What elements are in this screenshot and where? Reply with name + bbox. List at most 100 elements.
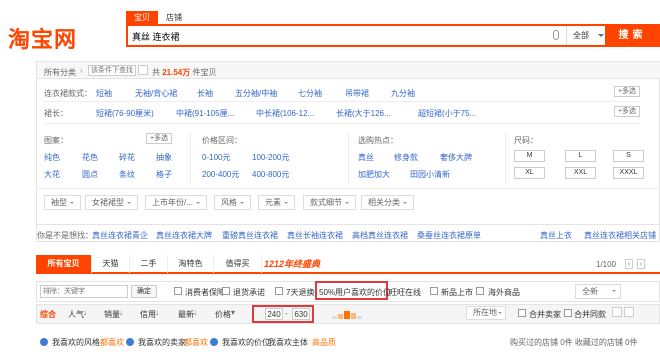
hot-option[interactable]: 加肥加大	[358, 169, 390, 180]
suggest-link[interactable]: 重磅真丝连衣裙	[222, 230, 278, 241]
checkbox[interactable]	[275, 287, 283, 295]
tab-secondhand[interactable]: 二手	[130, 255, 168, 273]
search-icon[interactable]	[138, 65, 148, 75]
grid-view-icon[interactable]	[612, 307, 622, 317]
checkbox[interactable]	[518, 309, 526, 317]
dropdown-sleeve[interactable]: 袖型	[44, 195, 81, 210]
tab-all-items[interactable]: 所有宝贝	[36, 255, 92, 273]
pattern-option[interactable]: 大花	[44, 169, 60, 180]
suggest-link[interactable]: 真丝连衣裙相关店铺	[584, 230, 656, 241]
hot-option[interactable]: 修身款	[394, 152, 418, 163]
price-option[interactable]: 0-100元	[202, 152, 230, 163]
dropdown-style[interactable]: 风格	[214, 195, 251, 210]
fav-price-label[interactable]: 我喜欢的价位	[222, 337, 270, 348]
price-option[interactable]: 100-200元	[252, 152, 289, 163]
fav-tag[interactable]: 高品质	[312, 337, 336, 348]
sort-newest[interactable]: 最新	[178, 309, 194, 320]
style-option[interactable]: 短袖	[96, 88, 112, 99]
pattern-option[interactable]: 抽象	[156, 152, 172, 163]
condition-select[interactable]: 全新	[575, 284, 621, 299]
hot-option[interactable]: 田园小清新	[410, 169, 450, 180]
mic-icon[interactable]	[553, 30, 559, 40]
suggest-link[interactable]: 高档真丝连衣裙	[352, 230, 408, 241]
search-scope-select[interactable]: 全部	[566, 26, 608, 45]
checkbox[interactable]	[430, 287, 438, 295]
multi-select-button[interactable]: +多选	[146, 133, 172, 144]
size-option[interactable]: XL	[514, 167, 545, 179]
checkbox[interactable]	[476, 287, 484, 295]
length-option[interactable]: 超短裙(小于75...	[418, 108, 476, 119]
tab-shops[interactable]: 店铺	[158, 11, 190, 24]
style-option[interactable]: 吊带裙	[345, 88, 369, 99]
location-select[interactable]: 所在地	[466, 306, 506, 320]
breadcrumb-all[interactable]: 所有分类	[44, 67, 76, 78]
suggest-link[interactable]: 真丝连衣裙青企	[92, 230, 148, 241]
pattern-option[interactable]: 纯色	[44, 152, 60, 163]
tab-featured[interactable]: 淘特色	[168, 255, 214, 273]
search-input[interactable]	[132, 28, 552, 44]
pattern-option[interactable]: 格子	[156, 169, 172, 180]
sort-comprehensive[interactable]: 综合	[40, 309, 56, 320]
fav-tag[interactable]: 都喜欢	[100, 337, 124, 348]
fav-style-label[interactable]: 我喜欢的风格	[52, 337, 100, 348]
tab-worth-buying[interactable]: 值得买	[214, 255, 262, 273]
hot-option[interactable]: 奢侈大牌	[440, 152, 472, 163]
size-option[interactable]: L	[565, 150, 596, 162]
tab-items[interactable]: 宝贝	[126, 11, 158, 24]
taobao-logo[interactable]: 淘宝网	[8, 22, 77, 54]
price-option[interactable]: 400-800元	[252, 169, 289, 180]
fav-subject-label[interactable]: 我喜欢主体	[268, 337, 308, 348]
price-distribution-chart[interactable]	[332, 311, 362, 319]
prev-page-icon[interactable]: ‹	[625, 259, 633, 269]
length-option[interactable]: 长裙(大于126...	[336, 108, 391, 119]
sort-price[interactable]: 价格	[215, 309, 231, 320]
search-button[interactable]: 搜索	[605, 24, 660, 47]
popular-price-label[interactable]: 50%用户喜欢的价位	[319, 287, 391, 298]
suggest-link[interactable]: 真丝连衣裙大牌	[156, 230, 212, 241]
wangwang-online-label[interactable]: 旺旺在线	[389, 287, 421, 298]
list-view-icon[interactable]	[624, 307, 634, 317]
size-option[interactable]: XXXL	[613, 167, 644, 179]
dropdown-related[interactable]: 相关分类	[361, 195, 414, 210]
sort-popularity[interactable]: 人气	[68, 309, 84, 320]
multi-select-button[interactable]: +多选	[614, 86, 640, 97]
pattern-option[interactable]: 圆点	[82, 169, 98, 180]
next-page-icon[interactable]: ›	[637, 259, 645, 269]
pattern-option[interactable]: 碎花	[119, 152, 135, 163]
checkbox[interactable]	[564, 309, 572, 317]
dropdown-skirt-type[interactable]: 女裙裙型	[85, 195, 138, 210]
fav-tag[interactable]: 都喜欢	[184, 337, 208, 348]
pattern-option[interactable]: 花色	[82, 152, 98, 163]
style-option[interactable]: 五分袖/中袖	[235, 88, 277, 99]
suggest-link[interactable]: 桑蚕丝连衣裙原单	[417, 230, 481, 241]
style-option[interactable]: 无袖/背心裙	[135, 88, 177, 99]
confirm-button[interactable]: 确定	[131, 285, 157, 298]
dropdown-detail[interactable]: 款式细节	[303, 195, 356, 210]
suggest-link[interactable]: 真丝长袖连衣裙	[287, 230, 343, 241]
dropdown-element[interactable]: 元素	[258, 195, 295, 210]
filter-search-input[interactable]	[88, 65, 136, 76]
style-option[interactable]: 长袖	[197, 88, 213, 99]
exclude-keyword-input[interactable]	[40, 285, 128, 298]
fav-seller-label[interactable]: 我喜欢的卖家	[138, 337, 186, 348]
size-option[interactable]: M	[514, 150, 545, 162]
price-from-input[interactable]	[265, 308, 283, 320]
hot-option[interactable]: 真丝	[358, 152, 374, 163]
promo-1212-banner[interactable]: 1212年终盛典	[264, 256, 346, 273]
size-option[interactable]: S	[613, 150, 644, 162]
price-to-input[interactable]	[292, 308, 310, 320]
length-option[interactable]: 中长裙(106-12...	[256, 108, 314, 119]
length-option[interactable]: 短裙(76-90厘米)	[96, 108, 154, 119]
style-option[interactable]: 七分袖	[298, 88, 322, 99]
size-option[interactable]: XXL	[565, 167, 596, 179]
sort-credit[interactable]: 信用	[140, 309, 156, 320]
tab-tmall[interactable]: 天猫	[92, 255, 130, 273]
style-option[interactable]: 九分袖	[391, 88, 415, 99]
pattern-option[interactable]: 条纹	[119, 169, 135, 180]
length-option[interactable]: 中裙(91-105厘...	[176, 108, 234, 119]
dropdown-year[interactable]: 上市年份/...	[145, 195, 207, 210]
sort-sales[interactable]: 销量	[104, 309, 120, 320]
suggest-link[interactable]: 真丝上衣	[540, 230, 572, 241]
checkbox[interactable]	[174, 287, 182, 295]
checkbox[interactable]	[222, 287, 230, 295]
